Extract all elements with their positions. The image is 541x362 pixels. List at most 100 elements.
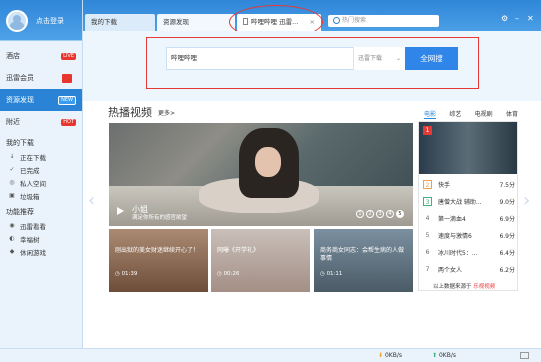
video-card[interactable]: 商务商女同志：会帮生病的人做事情 ◷ 01:11	[314, 229, 413, 292]
rank-row[interactable]: 4 第一滴血4 6.9分	[423, 213, 515, 223]
play-icon[interactable]	[117, 207, 124, 215]
sidebar-item-vip[interactable]: 迅雷会员	[0, 67, 82, 89]
carousel-dot[interactable]: 2	[366, 210, 374, 218]
download-icon: ↓	[9, 153, 15, 160]
prev-arrow-icon[interactable]: ‹	[88, 190, 95, 211]
rank-score: 9.0分	[499, 198, 515, 206]
card-title: 刚出狱的美女财迷继续开心了！	[115, 247, 200, 254]
sidebar-item-label: 附近	[6, 118, 20, 126]
feature-subtitle: 满足你所有的感官欲望	[132, 215, 188, 221]
video-card[interactable]: 刚出狱的美女财迷继续开心了！ ◷ 01:39	[109, 229, 208, 292]
kankan-icon: ◉	[9, 222, 15, 229]
sidebar-item-trash[interactable]: ▣ 垃圾箱	[0, 189, 82, 202]
tab-tv[interactable]: 电视剧	[475, 109, 493, 119]
downloads-section-title: 我的下载	[6, 139, 34, 147]
new-badge: NEW	[58, 95, 76, 105]
chevron-down-icon: ⌄	[395, 55, 401, 62]
card-duration-value: 01:39	[121, 271, 138, 277]
ranking-source: 以上数据来源于 乐视视频	[433, 282, 495, 290]
rank-number: 3	[423, 196, 432, 206]
sidebar-item-label: 垃圾箱	[20, 192, 40, 201]
rank-number: 5	[425, 231, 430, 239]
gift-icon	[62, 73, 72, 83]
search-all-button[interactable]: 全网搜	[405, 47, 458, 70]
close-window-icon[interactable]: ✕	[527, 14, 534, 23]
avatar[interactable]	[6, 9, 28, 32]
rank-number: 4	[425, 214, 430, 222]
login-area[interactable]: 点击登录	[0, 0, 82, 41]
tab-variety[interactable]: 综艺	[449, 109, 461, 119]
rank-title: 两个女人	[438, 266, 463, 274]
card-duration-value: 01:11	[326, 271, 343, 277]
card-duration: ◷ 01:39	[115, 271, 138, 277]
rank-title: 快手	[438, 181, 451, 189]
download-speed: ⬆ 0KB/s	[432, 352, 456, 359]
tab-label: 资源发现	[163, 18, 189, 26]
sidebar-item-games[interactable]: ◆ 休闲游戏	[0, 245, 82, 258]
rank-score: 6.2分	[499, 266, 515, 274]
carousel-dot[interactable]: 5	[396, 210, 404, 218]
sidebar-item-discover[interactable]: 资源发现 NEW	[0, 89, 82, 111]
sidebar-item-hotel[interactable]: 酒店 LIVE	[0, 45, 82, 67]
tab-movie[interactable]: 电影	[424, 109, 437, 119]
rank-row[interactable]: 7 两个女人 6.2分	[423, 264, 515, 274]
top-poster[interactable]: 1	[419, 122, 517, 174]
rank-row[interactable]: 3 唐僧大战 辅助... 9.0分	[423, 196, 515, 206]
rank-score: 6.9分	[499, 232, 515, 240]
carousel-dot[interactable]: 4	[386, 210, 394, 218]
rank-row[interactable]: 5 速度与激情6 6.9分	[423, 230, 515, 240]
ranking-panel: 1 2 快手 7.5分 3 唐僧大战 辅助... 9.0分 4 第一滴血4 6.9分 5 速度…	[418, 121, 518, 291]
sidebar-item-label: 正在下载	[20, 153, 46, 162]
sidebar: 点击登录 酒店 LIVE 迅雷会员 资源发现 NEW 附近 HOT 我的下载 ↓…	[0, 0, 83, 362]
card-duration: ◷ 00:26	[217, 271, 240, 277]
private-space-icon: ◎	[9, 179, 15, 186]
card-title: 网曝《开学礼》	[217, 247, 260, 254]
sidebar-item-label: 休闲游戏	[20, 248, 46, 257]
rank-title: 速度与激情6	[438, 232, 472, 240]
rank-row[interactable]: 2 快手 7.5分	[423, 179, 515, 189]
sidebar-item-downloading[interactable]: ↓ 正在下载	[0, 150, 82, 163]
source-brand[interactable]: 乐视视频	[473, 284, 495, 290]
feature-image-shape	[255, 147, 281, 177]
sidebar-item-label: 私人空间	[20, 179, 46, 188]
top-search-input[interactable]: 热门搜索	[328, 15, 439, 27]
sidebar-item-nearby[interactable]: 附近 HOT	[0, 111, 82, 133]
search-engine-select[interactable]: 迅雷下载 ⌄	[353, 47, 405, 70]
card-title: 商务商女同志：会帮生病的人做事情	[320, 247, 405, 262]
tab-sports[interactable]: 体育	[506, 109, 518, 119]
rank-number: 1	[423, 126, 432, 135]
rank-number: 7	[425, 265, 430, 273]
carousel-dot[interactable]: 3	[376, 210, 384, 218]
video-card[interactable]: 网曝《开学礼》 ◷ 00:26	[211, 229, 310, 292]
more-link[interactable]: 更多>	[158, 108, 175, 117]
search-icon	[333, 17, 340, 24]
next-arrow-icon[interactable]: ›	[523, 190, 530, 211]
carousel-dot[interactable]: 1	[356, 210, 364, 218]
tab-my-downloads[interactable]: 我的下载	[85, 14, 155, 31]
ranking-tabs: 电影 综艺 电视剧 体育	[424, 109, 518, 119]
download-speed-icon: ⬆	[432, 352, 438, 359]
game-icon: ◆	[9, 248, 15, 255]
sidebar-item-completed[interactable]: ✓ 已完成	[0, 163, 82, 176]
sidebar-item-tree[interactable]: ◐ 幸福树	[0, 232, 82, 245]
settings-icon[interactable]: ⚙	[501, 14, 508, 23]
minimize-icon[interactable]: –	[515, 14, 519, 23]
section-title: 热播视频	[108, 106, 152, 119]
sidebar-item-private[interactable]: ◎ 私人空间	[0, 176, 82, 189]
rank-row[interactable]: 6 冰川时代5：... 6.4分	[423, 247, 515, 257]
tab-discover[interactable]: 资源发现	[157, 14, 235, 31]
resize-icon[interactable]	[520, 352, 529, 359]
sidebar-item-kankan[interactable]: ◉ 迅雷看看	[0, 219, 82, 232]
rank-number: 2	[423, 179, 432, 189]
download-speed-value: 0KB/s	[438, 352, 456, 359]
upload-speed-value: 0KB/s	[384, 352, 402, 359]
rank-score: 6.4分	[499, 249, 515, 257]
rank-score: 7.5分	[499, 181, 515, 189]
live-badge: LIVE	[61, 52, 76, 60]
upload-icon: ⬇	[378, 352, 384, 359]
tree-icon: ◐	[9, 235, 15, 242]
login-link[interactable]: 点击登录	[36, 16, 64, 26]
status-bar: ⬇ 0KB/s ⬆ 0KB/s	[0, 348, 541, 362]
hot-badge: HOT	[61, 118, 76, 126]
tab-label: 我的下载	[91, 18, 117, 26]
